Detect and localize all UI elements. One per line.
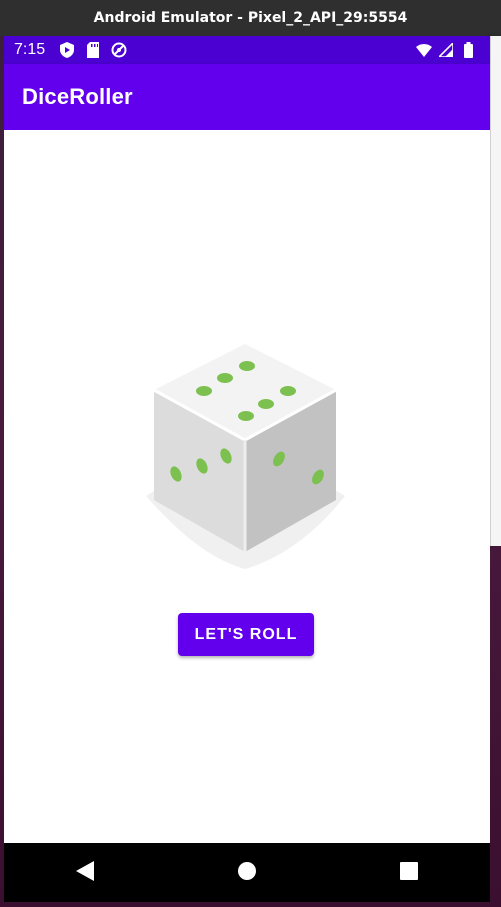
emulator-side-panel (490, 36, 501, 546)
sd-card-icon (85, 42, 101, 58)
status-bar: 7:15 (4, 36, 490, 64)
window-title: Android Emulator - Pixel_2_API_29:5554 (93, 10, 408, 26)
shield-icon (59, 42, 75, 58)
home-button[interactable] (217, 843, 277, 902)
dice-icon (140, 344, 350, 574)
back-icon (76, 860, 94, 885)
back-button[interactable] (55, 843, 115, 902)
main-content: LET'S ROLL (4, 130, 490, 843)
device-screen: 7:15 DiceRoller LET'S ROLL (4, 36, 490, 902)
no-data-icon (111, 42, 127, 58)
home-icon (238, 861, 256, 884)
signal-icon (438, 42, 454, 58)
window-titlebar: Android Emulator - Pixel_2_API_29:5554 (0, 0, 501, 36)
wifi-icon (416, 42, 432, 58)
battery-icon (460, 42, 476, 58)
navigation-bar (4, 843, 490, 902)
app-bar: DiceRoller (4, 64, 490, 130)
app-title: DiceRoller (22, 84, 133, 109)
recents-icon (400, 861, 418, 884)
recents-button[interactable] (379, 843, 439, 902)
status-right-icons (414, 42, 480, 58)
status-time: 7:15 (14, 41, 46, 58)
roll-button[interactable]: LET'S ROLL (178, 613, 314, 656)
